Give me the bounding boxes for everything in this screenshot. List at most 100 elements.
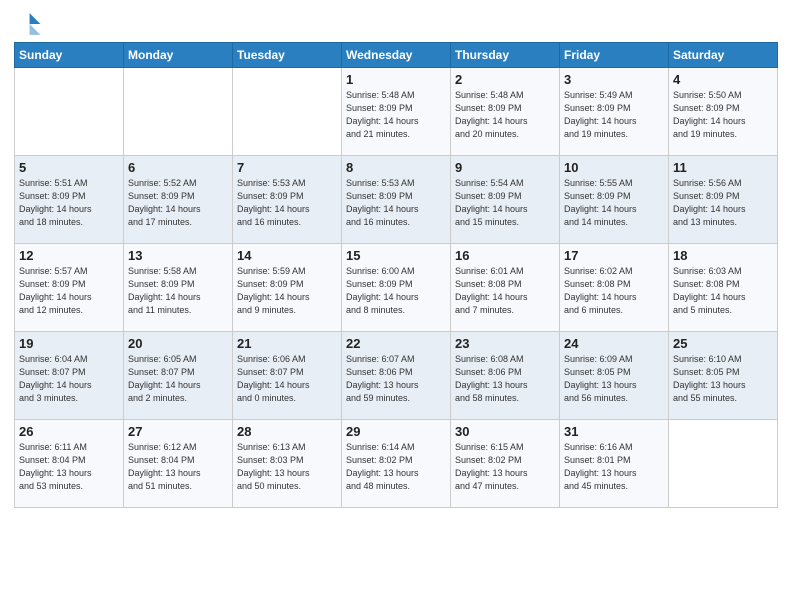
weekday-header-sunday: Sunday	[15, 43, 124, 68]
day-number: 24	[564, 336, 664, 351]
day-info: Sunrise: 5:58 AMSunset: 8:09 PMDaylight:…	[128, 265, 228, 317]
day-number: 22	[346, 336, 446, 351]
day-info: Sunrise: 6:09 AMSunset: 8:05 PMDaylight:…	[564, 353, 664, 405]
calendar-cell: 4 Sunrise: 5:50 AMSunset: 8:09 PMDaylight…	[669, 68, 778, 156]
calendar-cell: 23 Sunrise: 6:08 AMSunset: 8:06 PMDayligh…	[451, 332, 560, 420]
day-info: Sunrise: 5:50 AMSunset: 8:09 PMDaylight:…	[673, 89, 773, 141]
day-number: 13	[128, 248, 228, 263]
calendar-table: SundayMondayTuesdayWednesdayThursdayFrid…	[14, 42, 778, 508]
day-number: 12	[19, 248, 119, 263]
day-number: 26	[19, 424, 119, 439]
calendar-cell: 22 Sunrise: 6:07 AMSunset: 8:06 PMDayligh…	[342, 332, 451, 420]
day-number: 15	[346, 248, 446, 263]
weekday-header-row: SundayMondayTuesdayWednesdayThursdayFrid…	[15, 43, 778, 68]
day-info: Sunrise: 5:57 AMSunset: 8:09 PMDaylight:…	[19, 265, 119, 317]
day-number: 11	[673, 160, 773, 175]
calendar-cell: 26 Sunrise: 6:11 AMSunset: 8:04 PMDayligh…	[15, 420, 124, 508]
calendar-week-row: 5Sunrise: 5:51 AMSunset: 8:09 PMDaylight…	[15, 156, 778, 244]
calendar-cell: 24 Sunrise: 6:09 AMSunset: 8:05 PMDayligh…	[560, 332, 669, 420]
calendar-week-row: 12 Sunrise: 5:57 AMSunset: 8:09 PMDayligh…	[15, 244, 778, 332]
calendar-cell: 8 Sunrise: 5:53 AMSunset: 8:09 PMDaylight…	[342, 156, 451, 244]
calendar-cell: 10Sunrise: 5:55 AMSunset: 8:09 PMDayligh…	[560, 156, 669, 244]
logo-icon	[14, 10, 42, 38]
day-info: Sunrise: 5:52 AMSunset: 8:09 PMDaylight:…	[128, 177, 228, 229]
weekday-header-tuesday: Tuesday	[233, 43, 342, 68]
calendar-cell: 15 Sunrise: 6:00 AMSunset: 8:09 PMDayligh…	[342, 244, 451, 332]
calendar-header: SundayMondayTuesdayWednesdayThursdayFrid…	[15, 43, 778, 68]
calendar-cell	[124, 68, 233, 156]
day-number: 23	[455, 336, 555, 351]
calendar-week-row: 1Sunrise: 5:48 AMSunset: 8:09 PMDaylight…	[15, 68, 778, 156]
day-number: 9	[455, 160, 555, 175]
day-info: Sunrise: 6:08 AMSunset: 8:06 PMDaylight:…	[455, 353, 555, 405]
weekday-header-monday: Monday	[124, 43, 233, 68]
day-info: Sunrise: 5:48 AMSunset: 8:09 PMDaylight:…	[455, 89, 555, 141]
day-info: Sunrise: 6:10 AMSunset: 8:05 PMDaylight:…	[673, 353, 773, 405]
weekday-header-thursday: Thursday	[451, 43, 560, 68]
day-info: Sunrise: 6:06 AMSunset: 8:07 PMDaylight:…	[237, 353, 337, 405]
calendar-cell: 17Sunrise: 6:02 AMSunset: 8:08 PMDayligh…	[560, 244, 669, 332]
day-number: 8	[346, 160, 446, 175]
day-info: Sunrise: 6:01 AMSunset: 8:08 PMDaylight:…	[455, 265, 555, 317]
day-info: Sunrise: 6:11 AMSunset: 8:04 PMDaylight:…	[19, 441, 119, 493]
calendar-cell: 28 Sunrise: 6:13 AMSunset: 8:03 PMDayligh…	[233, 420, 342, 508]
calendar-week-row: 19Sunrise: 6:04 AMSunset: 8:07 PMDayligh…	[15, 332, 778, 420]
calendar-cell: 25Sunrise: 6:10 AMSunset: 8:05 PMDayligh…	[669, 332, 778, 420]
day-info: Sunrise: 5:51 AMSunset: 8:09 PMDaylight:…	[19, 177, 119, 229]
calendar-cell: 9 Sunrise: 5:54 AMSunset: 8:09 PMDaylight…	[451, 156, 560, 244]
day-info: Sunrise: 5:53 AMSunset: 8:09 PMDaylight:…	[346, 177, 446, 229]
calendar-cell: 5Sunrise: 5:51 AMSunset: 8:09 PMDaylight…	[15, 156, 124, 244]
day-number: 18	[673, 248, 773, 263]
day-number: 17	[564, 248, 664, 263]
day-info: Sunrise: 5:53 AMSunset: 8:09 PMDaylight:…	[237, 177, 337, 229]
calendar-cell: 30 Sunrise: 6:15 AMSunset: 8:02 PMDayligh…	[451, 420, 560, 508]
day-info: Sunrise: 6:00 AMSunset: 8:09 PMDaylight:…	[346, 265, 446, 317]
calendar-page: SundayMondayTuesdayWednesdayThursdayFrid…	[0, 0, 792, 612]
calendar-cell: 2 Sunrise: 5:48 AMSunset: 8:09 PMDaylight…	[451, 68, 560, 156]
day-number: 21	[237, 336, 337, 351]
day-info: Sunrise: 5:54 AMSunset: 8:09 PMDaylight:…	[455, 177, 555, 229]
day-info: Sunrise: 5:48 AMSunset: 8:09 PMDaylight:…	[346, 89, 446, 141]
day-number: 6	[128, 160, 228, 175]
day-info: Sunrise: 5:56 AMSunset: 8:09 PMDaylight:…	[673, 177, 773, 229]
day-number: 2	[455, 72, 555, 87]
calendar-cell: 29Sunrise: 6:14 AMSunset: 8:02 PMDayligh…	[342, 420, 451, 508]
calendar-cell	[15, 68, 124, 156]
calendar-cell: 1Sunrise: 5:48 AMSunset: 8:09 PMDaylight…	[342, 68, 451, 156]
calendar-cell	[669, 420, 778, 508]
calendar-cell: 19Sunrise: 6:04 AMSunset: 8:07 PMDayligh…	[15, 332, 124, 420]
day-number: 4	[673, 72, 773, 87]
day-number: 16	[455, 248, 555, 263]
day-info: Sunrise: 6:15 AMSunset: 8:02 PMDaylight:…	[455, 441, 555, 493]
day-number: 20	[128, 336, 228, 351]
day-number: 28	[237, 424, 337, 439]
day-number: 30	[455, 424, 555, 439]
weekday-header-friday: Friday	[560, 43, 669, 68]
day-info: Sunrise: 6:04 AMSunset: 8:07 PMDaylight:…	[19, 353, 119, 405]
day-info: Sunrise: 6:03 AMSunset: 8:08 PMDaylight:…	[673, 265, 773, 317]
day-info: Sunrise: 5:59 AMSunset: 8:09 PMDaylight:…	[237, 265, 337, 317]
day-number: 10	[564, 160, 664, 175]
calendar-cell: 3Sunrise: 5:49 AMSunset: 8:09 PMDaylight…	[560, 68, 669, 156]
calendar-cell: 7 Sunrise: 5:53 AMSunset: 8:09 PMDaylight…	[233, 156, 342, 244]
calendar-cell: 16 Sunrise: 6:01 AMSunset: 8:08 PMDayligh…	[451, 244, 560, 332]
calendar-cell: 11 Sunrise: 5:56 AMSunset: 8:09 PMDayligh…	[669, 156, 778, 244]
calendar-cell: 12 Sunrise: 5:57 AMSunset: 8:09 PMDayligh…	[15, 244, 124, 332]
day-number: 29	[346, 424, 446, 439]
logo	[14, 10, 44, 38]
calendar-cell: 31 Sunrise: 6:16 AMSunset: 8:01 PMDayligh…	[560, 420, 669, 508]
day-number: 31	[564, 424, 664, 439]
day-info: Sunrise: 6:13 AMSunset: 8:03 PMDaylight:…	[237, 441, 337, 493]
day-info: Sunrise: 6:07 AMSunset: 8:06 PMDaylight:…	[346, 353, 446, 405]
day-number: 27	[128, 424, 228, 439]
day-info: Sunrise: 5:49 AMSunset: 8:09 PMDaylight:…	[564, 89, 664, 141]
day-info: Sunrise: 6:12 AMSunset: 8:04 PMDaylight:…	[128, 441, 228, 493]
calendar-cell: 20 Sunrise: 6:05 AMSunset: 8:07 PMDayligh…	[124, 332, 233, 420]
calendar-cell: 14Sunrise: 5:59 AMSunset: 8:09 PMDayligh…	[233, 244, 342, 332]
calendar-cell: 27 Sunrise: 6:12 AMSunset: 8:04 PMDayligh…	[124, 420, 233, 508]
header	[14, 10, 778, 38]
calendar-body: 1Sunrise: 5:48 AMSunset: 8:09 PMDaylight…	[15, 68, 778, 508]
day-info: Sunrise: 6:05 AMSunset: 8:07 PMDaylight:…	[128, 353, 228, 405]
day-info: Sunrise: 6:16 AMSunset: 8:01 PMDaylight:…	[564, 441, 664, 493]
day-number: 7	[237, 160, 337, 175]
